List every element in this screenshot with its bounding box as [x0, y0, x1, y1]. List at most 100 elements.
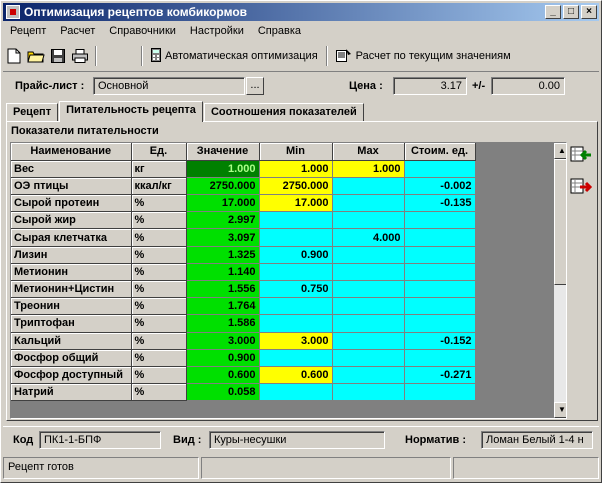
- scroll-up-arrow-icon[interactable]: ▲: [554, 143, 566, 159]
- tab-recipe[interactable]: Рецепт: [6, 103, 59, 121]
- calc-current-button[interactable]: Расчет по текущим значениям: [332, 45, 515, 67]
- row-cost-cell[interactable]: [404, 297, 476, 316]
- row-max-cell[interactable]: 1.000: [332, 160, 405, 178]
- row-max-cell[interactable]: 4.000: [332, 228, 405, 247]
- row-unit-cell[interactable]: %: [131, 246, 187, 264]
- new-file-icon[interactable]: [3, 45, 25, 67]
- row-min-cell[interactable]: [259, 383, 333, 402]
- table-row[interactable]: Сырая клетчатка% 3.097 4.000: [11, 228, 476, 247]
- row-value-cell[interactable]: 1.556: [186, 280, 260, 299]
- col-header-min[interactable]: Min: [259, 143, 333, 161]
- table-row[interactable]: Натрий% 0.058: [11, 383, 476, 402]
- tab-nutrition[interactable]: Питательность рецепта: [59, 101, 203, 122]
- table-row[interactable]: Вес кг 1.000 1.000 1.000: [11, 160, 476, 178]
- col-header-max[interactable]: Max: [332, 143, 405, 161]
- row-name-cell[interactable]: Натрий: [11, 383, 132, 402]
- row-max-cell[interactable]: [332, 246, 405, 264]
- row-cost-cell[interactable]: [404, 211, 476, 230]
- table-row[interactable]: Кальций% 3.000 3.000 -0.152: [11, 332, 476, 350]
- row-max-cell[interactable]: [332, 177, 405, 196]
- tab-ratios[interactable]: Соотношения показателей: [203, 103, 364, 121]
- row-unit-cell[interactable]: %: [131, 263, 187, 282]
- row-min-cell[interactable]: 0.900: [259, 246, 333, 264]
- row-min-cell[interactable]: 2750.000: [259, 177, 333, 196]
- menu-help[interactable]: Справка: [251, 25, 308, 37]
- table-row[interactable]: Сырой жир% 2.997: [11, 211, 476, 230]
- row-max-cell[interactable]: [332, 211, 405, 230]
- row-max-cell[interactable]: [332, 263, 405, 282]
- table-row[interactable]: Треонин% 1.764: [11, 297, 476, 316]
- remove-row-icon[interactable]: [569, 176, 593, 198]
- row-min-cell[interactable]: [259, 211, 333, 230]
- auto-optimize-button[interactable]: Автоматическая оптимизация: [147, 45, 322, 67]
- maximize-button[interactable]: □: [563, 5, 579, 19]
- row-max-cell[interactable]: [332, 194, 405, 213]
- row-value-cell[interactable]: 0.600: [186, 366, 260, 385]
- row-value-cell[interactable]: 1.000: [186, 160, 260, 178]
- row-cost-cell[interactable]: [404, 263, 476, 282]
- table-row[interactable]: ОЭ птицы ккал/кг 2750.000 2750.000 -0.002: [11, 177, 476, 196]
- row-cost-cell[interactable]: -0.002: [404, 177, 476, 196]
- row-name-cell[interactable]: Кальций: [11, 332, 132, 350]
- menu-settings[interactable]: Настройки: [183, 25, 251, 37]
- row-name-cell[interactable]: Сырая клетчатка: [11, 228, 132, 247]
- row-unit-cell[interactable]: %: [131, 228, 187, 247]
- row-cost-cell[interactable]: -0.152: [404, 332, 476, 350]
- row-value-cell[interactable]: 0.058: [186, 383, 260, 402]
- row-cost-cell[interactable]: -0.271: [404, 366, 476, 385]
- row-name-cell[interactable]: Лизин: [11, 246, 132, 264]
- row-name-cell[interactable]: Сырой протеин: [11, 194, 132, 213]
- nutrition-grid[interactable]: Наименование Ед. Значение Min Max Стоим.…: [10, 142, 567, 419]
- row-unit-cell[interactable]: %: [131, 366, 187, 385]
- row-min-cell[interactable]: 1.000: [259, 160, 333, 178]
- row-name-cell[interactable]: Триптофан: [11, 314, 132, 333]
- row-name-cell[interactable]: Треонин: [11, 297, 132, 316]
- row-value-cell[interactable]: 3.097: [186, 228, 260, 247]
- row-name-cell[interactable]: Сырой жир: [11, 211, 132, 230]
- row-max-cell[interactable]: [332, 297, 405, 316]
- col-header-cost[interactable]: Стоим. ед.: [404, 143, 476, 161]
- row-value-cell[interactable]: 2750.000: [186, 177, 260, 196]
- scroll-down-arrow-icon[interactable]: ▼: [554, 402, 566, 418]
- table-row[interactable]: Сырой протеин% 17.000 17.000 -0.135: [11, 194, 476, 213]
- menu-calc[interactable]: Расчет: [53, 25, 102, 37]
- title-bar[interactable]: Оптимизация рецептов комбикормов _ □ ×: [3, 3, 599, 21]
- row-name-cell[interactable]: Фосфор доступный: [11, 366, 132, 385]
- row-value-cell[interactable]: 1.325: [186, 246, 260, 264]
- row-name-cell[interactable]: Метионин+Цистин: [11, 280, 132, 299]
- row-name-cell[interactable]: Фосфор общий: [11, 349, 132, 367]
- row-cost-cell[interactable]: [404, 383, 476, 402]
- menu-reference[interactable]: Справочники: [102, 25, 183, 37]
- row-cost-cell[interactable]: [404, 246, 476, 264]
- table-row[interactable]: Метионин+Цистин% 1.556 0.750: [11, 280, 476, 299]
- row-value-cell[interactable]: 1.586: [186, 314, 260, 333]
- row-max-cell[interactable]: [332, 383, 405, 402]
- row-unit-cell[interactable]: %: [131, 211, 187, 230]
- app-icon[interactable]: [6, 5, 20, 19]
- row-value-cell[interactable]: 3.000: [186, 332, 260, 350]
- row-min-cell[interactable]: [259, 263, 333, 282]
- open-folder-icon[interactable]: [25, 45, 47, 67]
- row-unit-cell[interactable]: %: [131, 332, 187, 350]
- row-min-cell[interactable]: [259, 349, 333, 367]
- table-row[interactable]: Триптофан% 1.586: [11, 314, 476, 333]
- add-row-icon[interactable]: [569, 144, 593, 166]
- row-cost-cell[interactable]: -0.135: [404, 194, 476, 213]
- row-unit-cell[interactable]: ккал/кг: [131, 177, 187, 196]
- row-min-cell[interactable]: [259, 314, 333, 333]
- row-cost-cell[interactable]: [404, 314, 476, 333]
- scroll-thumb[interactable]: [554, 159, 566, 285]
- save-icon[interactable]: [47, 45, 69, 67]
- col-header-unit[interactable]: Ед.: [131, 143, 187, 161]
- table-row[interactable]: Фосфор общий% 0.900: [11, 349, 476, 367]
- row-cost-cell[interactable]: [404, 349, 476, 367]
- row-value-cell[interactable]: 0.900: [186, 349, 260, 367]
- row-value-cell[interactable]: 17.000: [186, 194, 260, 213]
- row-cost-cell[interactable]: [404, 228, 476, 247]
- row-max-cell[interactable]: [332, 332, 405, 350]
- row-unit-cell[interactable]: кг: [131, 160, 187, 178]
- row-value-cell[interactable]: 2.997: [186, 211, 260, 230]
- table-row[interactable]: Фосфор доступный% 0.600 0.600 -0.271: [11, 366, 476, 385]
- row-min-cell[interactable]: 17.000: [259, 194, 333, 213]
- price-list-browse-button[interactable]: ...: [246, 77, 264, 95]
